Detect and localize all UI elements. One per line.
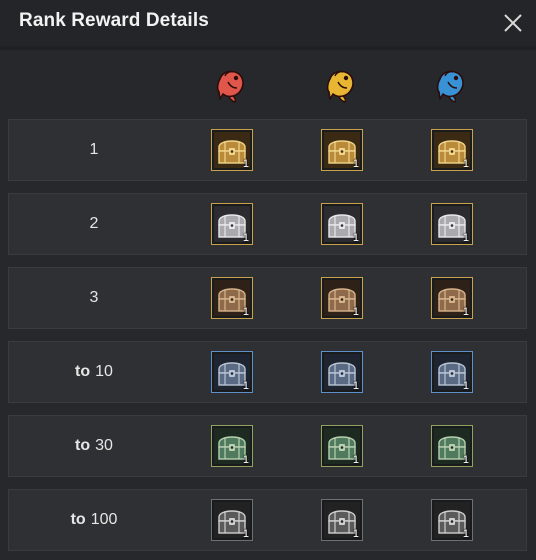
rank-value: 10 [95, 363, 113, 380]
item-quantity: 1 [352, 528, 359, 540]
item-quantity: 1 [462, 380, 469, 392]
blue-fish-icon [431, 64, 471, 104]
item-quantity: 1 [352, 232, 359, 244]
item-quantity: 1 [242, 306, 249, 318]
reward-row: to 100 1 1 1 [8, 489, 527, 551]
item-quantity: 1 [352, 306, 359, 318]
reward-chest-slot[interactable]: 1 [431, 499, 473, 541]
reward-chest-slot[interactable]: 1 [211, 203, 253, 245]
reward-row: 3 1 1 1 [8, 267, 527, 329]
reward-row: 1 1 1 1 [8, 119, 527, 181]
reward-chest-slot[interactable]: 1 [211, 425, 253, 467]
rank-value: 1 [89, 141, 99, 158]
item-quantity: 1 [462, 306, 469, 318]
rank-label: 1 [9, 120, 179, 180]
reward-row: to 30 1 1 1 [8, 415, 527, 477]
item-quantity: 1 [352, 380, 359, 392]
rank-value: 30 [95, 437, 113, 454]
rank-value: 2 [89, 215, 99, 232]
item-quantity: 1 [242, 454, 249, 466]
reward-chest-slot[interactable]: 1 [211, 129, 253, 171]
rank-prefix: to [75, 437, 91, 454]
reward-chest-slot[interactable]: 1 [211, 499, 253, 541]
item-quantity: 1 [462, 158, 469, 170]
item-quantity: 1 [462, 454, 469, 466]
item-quantity: 1 [242, 158, 249, 170]
reward-chest-slot[interactable]: 1 [431, 425, 473, 467]
reward-chest-slot[interactable]: 1 [431, 277, 473, 319]
rank-label: 3 [9, 268, 179, 328]
reward-chest-slot[interactable]: 1 [431, 203, 473, 245]
gold-fish-icon [321, 64, 361, 104]
rank-label: to 100 [9, 490, 179, 550]
reward-chest-slot[interactable]: 1 [321, 277, 363, 319]
rank-label: 2 [9, 194, 179, 254]
item-quantity: 1 [242, 380, 249, 392]
rank-prefix: to [70, 511, 86, 528]
rank-value: 3 [89, 289, 99, 306]
red-fish-icon [211, 64, 251, 104]
reward-chest-slot[interactable]: 1 [321, 129, 363, 171]
rank-label: to 10 [9, 342, 179, 402]
reward-chest-slot[interactable]: 1 [211, 351, 253, 393]
reward-row: 2 1 1 1 [8, 193, 527, 255]
reward-chest-slot[interactable]: 1 [321, 425, 363, 467]
reward-row: to 10 1 1 1 [8, 341, 527, 403]
close-icon[interactable] [498, 8, 528, 38]
item-quantity: 1 [242, 528, 249, 540]
dialog-title: Rank Reward Details [19, 10, 209, 31]
rank-value: 100 [90, 511, 118, 528]
reward-chest-slot[interactable]: 1 [431, 351, 473, 393]
item-quantity: 1 [462, 232, 469, 244]
item-quantity: 1 [242, 232, 249, 244]
reward-chest-slot[interactable]: 1 [321, 203, 363, 245]
reward-chest-slot[interactable]: 1 [211, 277, 253, 319]
rank-label: to 30 [9, 416, 179, 476]
reward-chest-slot[interactable]: 1 [431, 129, 473, 171]
dialog-titlebar: Rank Reward Details [0, 0, 536, 46]
item-quantity: 1 [462, 528, 469, 540]
rank-prefix: to [75, 363, 91, 380]
rank-reward-dialog: Rank Reward Details 1 1 1 1 2 1 1 1 3 1 … [0, 0, 536, 560]
reward-chest-slot[interactable]: 1 [321, 351, 363, 393]
reward-chest-slot[interactable]: 1 [321, 499, 363, 541]
item-quantity: 1 [352, 158, 359, 170]
item-quantity: 1 [352, 454, 359, 466]
